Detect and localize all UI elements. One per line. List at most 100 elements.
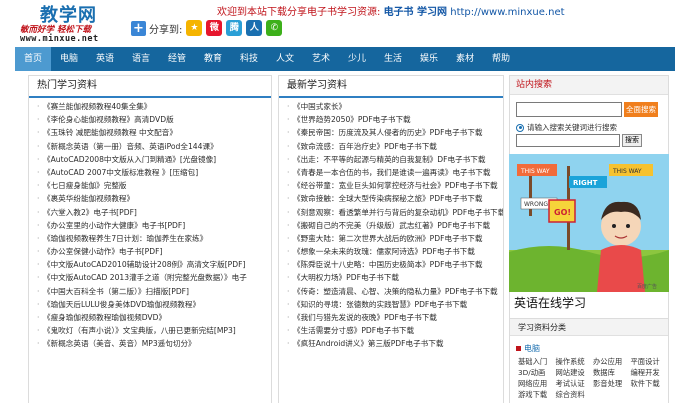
nav-item-0[interactable]: 首页 xyxy=(15,47,51,71)
hot-resource-item[interactable]: · 《玉珠铃 减肥能伽视频教程 中文配音》 xyxy=(37,126,271,139)
category-link[interactable]: 平面设计 xyxy=(631,357,669,367)
latest-resource-item[interactable]: · 《世界趋势2050》PDF电子书下载 xyxy=(287,113,503,126)
latest-resource-item-label[interactable]: 《刻意观察：看透繁单并行与背后的复杂动机》PDF电子书下载 xyxy=(293,208,503,217)
latest-resource-item[interactable]: · 《疯狂Android讲义》第三版PDF电子书下载 xyxy=(287,337,503,350)
keyword-input[interactable] xyxy=(516,134,620,147)
hot-resource-item-label[interactable]: 《新概念英语（美音、英音）MP3遥句切分》 xyxy=(43,339,196,348)
hot-resource-item-label[interactable]: 《裹英华纷能伽视频教程》 xyxy=(43,194,134,203)
latest-resource-item[interactable]: · 《搬砌自己的不完美（升级版）武志红著》PDF电子书下载 xyxy=(287,219,503,232)
nav-item-9[interactable]: 少儿 xyxy=(339,47,375,71)
category-link[interactable]: 网站建设 xyxy=(556,368,594,378)
hot-resource-item[interactable]: · 《办公室保健小动作》电子书[PDF] xyxy=(37,245,271,258)
hot-resource-item[interactable]: · 《瑜伽天后LULU俊身美体DVD瑜伽视频教程》 xyxy=(37,298,271,311)
search-input[interactable] xyxy=(516,102,622,117)
hot-resource-item-label[interactable]: 《中文版AutoCAD2010辅助设计208例》高清文字版[PDF] xyxy=(43,260,245,269)
nav-item-13[interactable]: 帮助 xyxy=(483,47,519,71)
keyword-search-button[interactable]: 搜索 xyxy=(622,134,642,147)
latest-resource-item[interactable]: · 《秦民帝国：历度流及其人侵者的历史》PDF电子书下载 xyxy=(287,126,503,139)
site-logo[interactable]: 教学网 敏而好学 轻松下载 www.minxue.net xyxy=(14,1,124,45)
latest-resource-item-label[interactable]: 《陈舜臣说十八史略：中国历史极简本》PDF电子书下载 xyxy=(293,260,482,269)
category-link[interactable]: 游戏下载 xyxy=(518,390,556,400)
latest-resource-item[interactable]: · 《想象一朵未来的玫瑰：儒家阿诗选》PDF电子书下载 xyxy=(287,245,503,258)
hot-resource-item-label[interactable]: 《赛兰能伽视频教程40集全集》 xyxy=(43,102,151,111)
latest-resource-item[interactable]: · 《出走：不平等的起源与精英的自我复制》DF电子书下载 xyxy=(287,153,503,166)
hot-resource-item[interactable]: · 《中文版AutoCAD 2013灌手之道（附完整光盘数据）》电子 xyxy=(37,271,271,284)
nav-item-4[interactable]: 经管 xyxy=(159,47,195,71)
nav-item-8[interactable]: 艺术 xyxy=(303,47,339,71)
latest-resource-item-label[interactable]: 《疯狂Android讲义》第三版PDF电子书下载 xyxy=(293,339,443,348)
latest-resource-item[interactable]: · 《刻意观察：看透繁单并行与背后的复杂动机》PDF电子书下载 xyxy=(287,206,503,219)
hot-resource-item-label[interactable]: 《李伦身心能伽视频教程》高清DVD版 xyxy=(43,115,174,124)
nav-item-12[interactable]: 素材 xyxy=(447,47,483,71)
nav-item-1[interactable]: 电脑 xyxy=(51,47,87,71)
hot-resource-item-label[interactable]: 《鬼吹灯（有声小说）》文宝典版，八册已更新完结[MP3] xyxy=(43,326,236,335)
latest-resource-item-label[interactable]: 《出走：不平等的起源与精英的自我复制》DF电子书下载 xyxy=(293,155,485,164)
hot-resource-item[interactable]: · 《AutoCAD2008中文版从入门到精通》[光盘镜像] xyxy=(37,153,271,166)
hot-resource-item[interactable]: · 《AutoCAD 2007中文版标准教程 》[压缩包] xyxy=(37,166,271,179)
hot-resource-item-label[interactable]: 《六堂入教2》电子书[PDF] xyxy=(43,208,137,217)
renren-icon[interactable]: 人 xyxy=(246,20,263,36)
banner-site-link[interactable]: 电子书 学习网 xyxy=(384,7,447,18)
latest-resource-item-label[interactable]: 《中国式家长》 xyxy=(293,102,346,111)
banner-url-link[interactable]: http://www.minxue.net xyxy=(447,7,564,18)
english-ad-banner[interactable]: THIS WAY WRONG RIGHT THIS WAY GO! 百度广告 xyxy=(509,154,669,292)
category-link[interactable]: 办公应用 xyxy=(593,357,631,367)
hot-resource-item[interactable]: · 《赛兰能伽视频教程40集全集》 xyxy=(37,100,271,113)
category-link[interactable]: 综合资料 xyxy=(556,390,594,400)
hot-resource-item-label[interactable]: 《AutoCAD2008中文版从入门到精通》[光盘镜像] xyxy=(43,155,216,164)
nav-item-10[interactable]: 生活 xyxy=(375,47,411,71)
latest-resource-item[interactable]: · 《野蛮大陆：第二次世界大战后的欧洲》PDF电子书下载 xyxy=(287,232,503,245)
nav-item-3[interactable]: 语言 xyxy=(123,47,159,71)
hot-resource-item-label[interactable]: 《办公室里的小动作大健康》电子书[PDF] xyxy=(43,221,185,230)
latest-resource-item-label[interactable]: 《秦民帝国：历度流及其人侵者的历史》PDF电子书下载 xyxy=(293,128,482,137)
hot-resource-item-label[interactable]: 《AutoCAD 2007中文版标准教程 》[压缩包] xyxy=(43,168,198,177)
latest-resource-item-label[interactable]: 《经谷带童：宽业巨头如何掌控经济与社会》PDF电子书下载 xyxy=(293,181,498,190)
latest-resource-item[interactable]: · 《传奇：塑造清晨、心智、决策的隐私力量》PDF电子书下载 xyxy=(287,285,503,298)
latest-resource-item[interactable]: · 《青春是一本合伍的书，我们是谁读一遍再读》电子书下载 xyxy=(287,166,503,179)
latest-resource-item-label[interactable]: 《野蛮大陆：第二次世界大战后的欧洲》PDF电子书下载 xyxy=(293,234,482,243)
latest-resource-item-label[interactable]: 《大明权力场》PDF电子书下载 xyxy=(293,273,399,282)
qzone-icon[interactable]: ★ xyxy=(186,20,203,36)
latest-resource-item[interactable]: · 《生活需要分寸感》PDF电子书下载 xyxy=(287,324,503,337)
latest-resource-item[interactable]: · 《致命接触：全球大型传染病探秘之旅》PDF电子书下载 xyxy=(287,192,503,205)
latest-resource-item[interactable]: · 《中国式家长》 xyxy=(287,100,503,113)
hot-resource-item[interactable]: · 《办公室里的小动作大健康》电子书[PDF] xyxy=(37,219,271,232)
hot-resource-item-label[interactable]: 《中文版AutoCAD 2013灌手之道（附完整光盘数据）》电子 xyxy=(43,273,247,282)
latest-resource-item[interactable]: · 《经谷带童：宽业巨头如何掌控经济与社会》PDF电子书下载 xyxy=(287,179,503,192)
nav-item-11[interactable]: 娱乐 xyxy=(411,47,447,71)
latest-resource-item-label[interactable]: 《生活需要分寸感》PDF电子书下载 xyxy=(293,326,414,335)
hot-resource-item-label[interactable]: 《新概念英语（第一册）音频、英语iPod全144课》 xyxy=(43,142,218,151)
share-plus-icon[interactable]: + xyxy=(131,20,146,36)
hot-resource-item[interactable]: · 《中文版AutoCAD2010辅助设计208例》高清文字版[PDF] xyxy=(37,258,271,271)
category-link[interactable]: 编程开发 xyxy=(631,368,669,378)
nav-item-2[interactable]: 英语 xyxy=(87,47,123,71)
latest-resource-item-label[interactable]: 《搬砌自己的不完美（升级版）武志红著》PDF电子书下载 xyxy=(293,221,490,230)
search-radio-row[interactable]: 请输入搜索关键词进行搜索 xyxy=(516,122,617,133)
hot-resource-item[interactable]: · 《裹英华纷能伽视频教程》 xyxy=(37,192,271,205)
latest-resource-item-label[interactable]: 《致命接触：全球大型传染病探秘之旅》PDF电子书下载 xyxy=(293,194,482,203)
hot-resource-item[interactable]: · 《中国大百科全书（第二版）》扫描版[PDF] xyxy=(37,285,271,298)
latest-resource-item[interactable]: · 《致命流感：百年治疗史》PDF电子书下载 xyxy=(287,140,503,153)
hot-resource-item-label[interactable]: 《瘦身瑜伽视频教程瑜伽视频DVD》 xyxy=(43,313,166,322)
category-link[interactable]: 3D/动画 xyxy=(518,368,556,378)
hot-resource-item[interactable]: · 《六堂入教2》电子书[PDF] xyxy=(37,206,271,219)
latest-resource-item-label[interactable]: 《青春是一本合伍的书，我们是谁读一遍再读》电子书下载 xyxy=(293,168,490,177)
category-head[interactable]: 电脑 xyxy=(516,343,540,354)
category-link[interactable]: 数据库 xyxy=(593,368,631,378)
latest-resource-item-label[interactable]: 《我们与猎先发说的夜晚》PDF电子书下载 xyxy=(293,313,437,322)
latest-resource-item-label[interactable]: 《世界趋势2050》PDF电子书下载 xyxy=(293,115,411,124)
hot-resource-item[interactable]: · 《鬼吹灯（有声小说）》文宝典版，八册已更新完结[MP3] xyxy=(37,324,271,337)
nav-item-5[interactable]: 教育 xyxy=(195,47,231,71)
hot-resource-item[interactable]: · 《七日瘦身能伽》完整版 xyxy=(37,179,271,192)
latest-resource-item[interactable]: · 《知识的寻境：张德数的实践智慧》PDF电子书下载 xyxy=(287,298,503,311)
latest-resource-item[interactable]: · 《我们与猎先发说的夜晚》PDF电子书下载 xyxy=(287,311,503,324)
latest-resource-item-label[interactable]: 《传奇：塑造清晨、心智、决策的隐私力量》PDF电子书下载 xyxy=(293,287,498,296)
weibo-icon[interactable]: 微 xyxy=(206,20,223,36)
hot-resource-item-label[interactable]: 《七日瘦身能伽》完整版 xyxy=(43,181,127,190)
hot-resource-item-label[interactable]: 《办公室保健小动作》电子书[PDF] xyxy=(43,247,162,256)
latest-resource-item[interactable]: · 《大明权力场》PDF电子书下载 xyxy=(287,271,503,284)
tqq-icon[interactable]: 腾 xyxy=(226,20,243,36)
full-search-button[interactable]: 全面搜索 xyxy=(624,102,658,117)
hot-resource-item[interactable]: · 《瘦身瑜伽视频教程瑜伽视频DVD》 xyxy=(37,311,271,324)
latest-resource-item-label[interactable]: 《知识的寻境：张德数的实践智慧》PDF电子书下载 xyxy=(293,300,467,309)
